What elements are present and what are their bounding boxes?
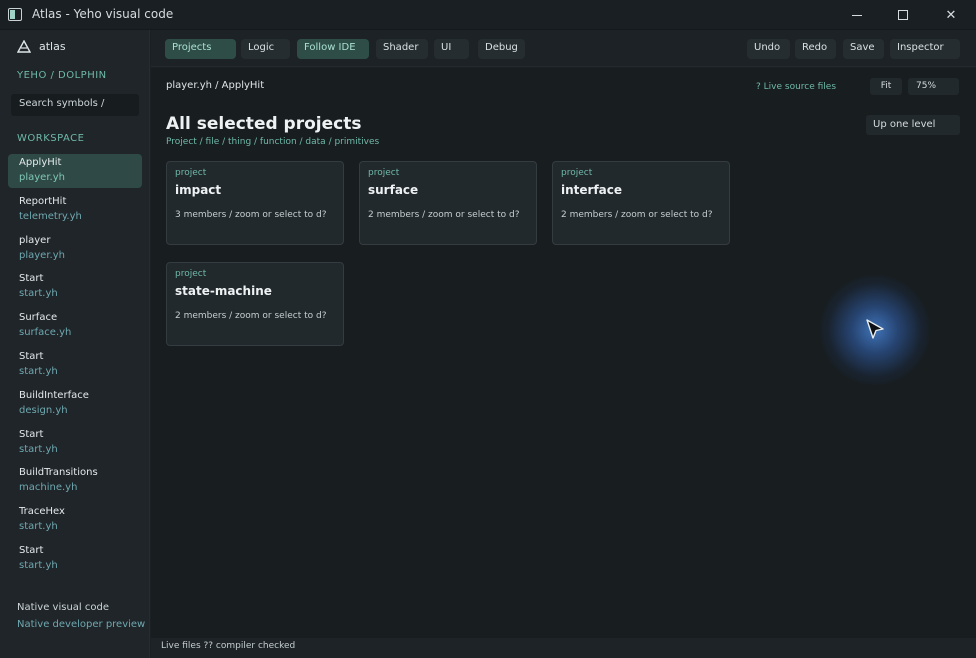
symbol-item[interactable]: ReportHit telemetry.yh	[8, 193, 142, 227]
search-symbols-input[interactable]: Search symbols /	[11, 94, 139, 116]
symbol-item[interactable]: BuildTransitions machine.yh	[8, 464, 142, 498]
sidebar-footer-subtitle: Native developer preview	[17, 619, 146, 630]
hierarchy-kinds: Project / file / thing / function / data…	[166, 137, 380, 147]
inspector-button[interactable]: Inspector	[890, 39, 960, 59]
undo-button[interactable]: Undo	[747, 39, 790, 59]
follow-ide-toggle[interactable]: Follow IDE	[297, 39, 369, 59]
symbol-item[interactable]: player player.yh	[8, 232, 142, 266]
tab-shader[interactable]: Shader	[376, 39, 428, 59]
symbol-item[interactable]: ApplyHit player.yh	[8, 154, 142, 188]
logo-text: atlas	[39, 40, 66, 53]
symbol-item[interactable]: Start start.yh	[8, 542, 142, 576]
tab-debug[interactable]: Debug	[478, 39, 525, 59]
symbol-item[interactable]: TraceHex start.yh	[8, 503, 142, 537]
title-bar: Atlas - Yeho visual code ✕	[0, 0, 976, 30]
logo: atlas	[17, 40, 66, 53]
maximize-icon	[898, 10, 908, 20]
atlas-logo-icon	[17, 40, 31, 53]
app-window-icon	[8, 8, 22, 21]
workspace-label: WORKSPACE	[17, 133, 85, 144]
status-text: Live files ?? compiler checked	[161, 641, 296, 651]
symbol-item[interactable]: Start start.yh	[8, 426, 142, 460]
symbol-item[interactable]: Start start.yh	[8, 270, 142, 304]
tab-ui[interactable]: UI	[434, 39, 469, 59]
live-source-files-link[interactable]: ? Live source files	[756, 82, 836, 92]
zoom-level[interactable]: 75%	[908, 78, 959, 95]
status-bar: Live files ?? compiler checked	[151, 638, 976, 658]
top-toolbar: Projects Logic Follow IDE Shader UI Debu…	[151, 30, 976, 67]
tab-logic[interactable]: Logic	[241, 39, 290, 59]
symbol-list: ApplyHit player.yh ReportHit telemetry.y…	[8, 154, 142, 581]
project-card[interactable]: project impact 3 members / zoom or selec…	[166, 161, 344, 245]
redo-button[interactable]: Redo	[795, 39, 836, 59]
sidebar: atlas YEHO / DOLPHIN Search symbols / WO…	[0, 30, 150, 658]
project-card[interactable]: project state-machine 2 members / zoom o…	[166, 262, 344, 346]
tab-projects[interactable]: Projects	[165, 39, 236, 59]
project-card[interactable]: project interface 2 members / zoom or se…	[552, 161, 730, 245]
window-title: Atlas - Yeho visual code	[32, 7, 174, 21]
sidebar-footer-title: Native visual code	[17, 602, 110, 613]
close-button[interactable]: ✕	[928, 0, 974, 30]
project-breadcrumb[interactable]: YEHO / DOLPHIN	[17, 70, 107, 81]
symbol-item[interactable]: Start start.yh	[8, 348, 142, 382]
maximize-button[interactable]	[880, 0, 926, 30]
mouse-cursor-icon	[866, 319, 884, 339]
page-title: All selected projects	[166, 114, 362, 134]
minimize-icon	[852, 14, 862, 16]
up-one-level-button[interactable]: Up one level	[866, 115, 960, 135]
close-icon: ✕	[945, 7, 957, 23]
minimize-button[interactable]	[834, 0, 880, 30]
fit-button[interactable]: Fit	[870, 78, 902, 95]
symbol-item[interactable]: Surface surface.yh	[8, 309, 142, 343]
symbol-item[interactable]: BuildInterface design.yh	[8, 387, 142, 421]
breadcrumb[interactable]: player.yh / ApplyHit	[166, 80, 264, 91]
project-card[interactable]: project surface 2 members / zoom or sele…	[359, 161, 537, 245]
save-button[interactable]: Save	[843, 39, 884, 59]
